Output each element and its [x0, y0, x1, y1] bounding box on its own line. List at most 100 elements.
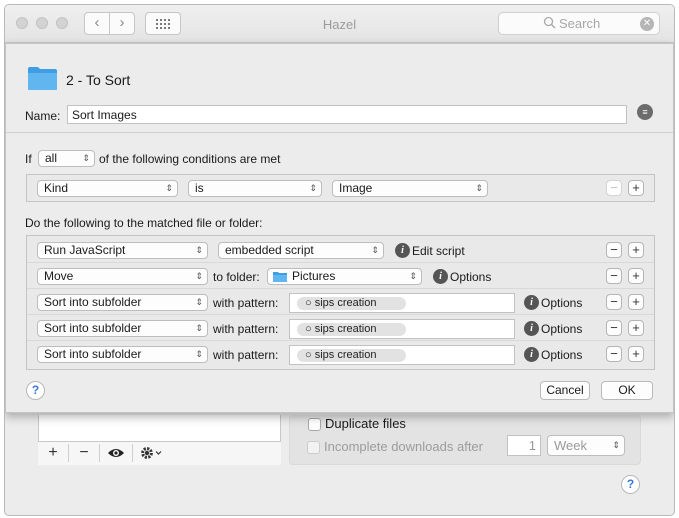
- with-pattern-label: with pattern:: [213, 322, 279, 336]
- folder-name: 2 - To Sort: [66, 72, 131, 88]
- ok-button[interactable]: OK: [601, 381, 653, 400]
- search-icon: [543, 16, 556, 29]
- pattern-token-label: sips creation: [314, 323, 377, 335]
- incomplete-downloads-unit: Week: [554, 438, 587, 453]
- select-arrows-icon: ⇕: [82, 153, 90, 163]
- help-button[interactable]: ?: [621, 475, 640, 494]
- add-action-button[interactable]: +: [628, 346, 644, 362]
- add-action-button[interactable]: +: [628, 320, 644, 336]
- add-action-button[interactable]: +: [628, 294, 644, 310]
- notes-icon[interactable]: ≡: [637, 104, 653, 120]
- eye-icon: [108, 449, 124, 457]
- title-bar: ‹ › Hazel Search ✕: [5, 5, 674, 43]
- pattern-token[interactable]: ○ sips creation: [297, 349, 406, 362]
- duplicate-files-checkbox[interactable]: [308, 418, 321, 431]
- remove-action-button[interactable]: −: [606, 346, 622, 362]
- select-arrows-icon: ⇕: [371, 245, 379, 255]
- options-link[interactable]: Options: [541, 348, 582, 362]
- row-separator: [27, 262, 654, 263]
- select-arrows-icon: ⇕: [195, 323, 203, 333]
- action-type-select[interactable]: Move ⇕: [37, 268, 208, 285]
- action-type-value: Sort into subfolder: [44, 295, 142, 309]
- info-icon[interactable]: i: [433, 269, 448, 284]
- gear-icon: [141, 447, 162, 459]
- info-icon[interactable]: i: [524, 295, 539, 310]
- folder-list-toolbar: + −: [38, 441, 281, 465]
- with-pattern-label: with pattern:: [213, 296, 279, 310]
- options-link[interactable]: Options: [541, 322, 582, 336]
- script-source-value: embedded script: [225, 243, 314, 257]
- remove-action-button[interactable]: −: [606, 242, 622, 258]
- pattern-token[interactable]: ○ sips creation: [297, 297, 406, 310]
- folder-icon: [28, 67, 57, 90]
- add-action-button[interactable]: +: [628, 242, 644, 258]
- action-type-select[interactable]: Sort into subfolder ⇕: [37, 294, 208, 311]
- condition-value-select[interactable]: Image ⇕: [332, 180, 488, 197]
- row-separator: [27, 288, 654, 289]
- clear-icon[interactable]: ✕: [640, 17, 654, 31]
- incomplete-downloads-checkbox[interactable]: [307, 441, 320, 454]
- condition-operator-select[interactable]: is ⇕: [188, 180, 322, 197]
- preview-button[interactable]: [100, 443, 132, 463]
- remove-folder-button[interactable]: −: [69, 443, 99, 463]
- search-placeholder: Search: [559, 16, 601, 31]
- incomplete-downloads-value[interactable]: 1: [507, 435, 541, 456]
- rule-editor-sheet: 2 - To Sort Name: Sort Images ≡ If all ⇕…: [5, 43, 674, 413]
- with-pattern-label: with pattern:: [213, 348, 279, 362]
- select-arrows-icon: ⇕: [612, 440, 620, 450]
- conditions-panel: Kind ⇕ is ⇕ Image ⇕ − +: [26, 174, 655, 202]
- hazel-window: ‹ › Hazel Search ✕ + − Duplicate files I…: [4, 4, 675, 516]
- select-arrows-icon: ⇕: [195, 271, 203, 281]
- row-separator: [27, 340, 654, 341]
- script-source-select[interactable]: embedded script ⇕: [218, 242, 384, 259]
- action-type-select[interactable]: Run JavaScript ⇕: [37, 242, 208, 259]
- condition-value-value: Image: [339, 181, 373, 195]
- action-type-select[interactable]: Sort into subfolder ⇕: [37, 346, 208, 363]
- action-type-value: Sort into subfolder: [44, 347, 142, 361]
- duplicate-files-label: Duplicate files: [325, 416, 406, 431]
- select-arrows-icon: ⇕: [195, 349, 203, 359]
- add-condition-button[interactable]: +: [628, 180, 644, 196]
- select-arrows-icon: ⇕: [475, 183, 483, 193]
- remove-condition-button[interactable]: −: [606, 180, 622, 196]
- match-mode-select[interactable]: all ⇕: [38, 150, 95, 167]
- to-folder-label: to folder:: [213, 270, 260, 284]
- pattern-field[interactable]: ○ sips creation: [289, 293, 515, 313]
- actions-panel: Run JavaScript ⇕ embedded script ⇕ i Edi…: [26, 235, 655, 370]
- action-type-select[interactable]: Sort into subfolder ⇕: [37, 320, 208, 337]
- search-input[interactable]: Search ✕: [498, 12, 660, 35]
- name-label: Name:: [25, 109, 61, 123]
- rule-name-field[interactable]: Sort Images: [67, 105, 627, 124]
- actions-header: Do the following to the matched file or …: [25, 216, 263, 230]
- row-separator: [27, 314, 654, 315]
- info-icon[interactable]: i: [395, 243, 410, 258]
- cancel-button[interactable]: Cancel: [540, 381, 590, 400]
- add-folder-button[interactable]: +: [38, 443, 68, 463]
- edit-script-link[interactable]: Edit script: [412, 244, 465, 258]
- incomplete-downloads-unit-select[interactable]: Week ⇕: [547, 435, 625, 456]
- add-action-button[interactable]: +: [628, 268, 644, 284]
- remove-action-button[interactable]: −: [606, 320, 622, 336]
- info-icon[interactable]: i: [524, 321, 539, 336]
- info-icon[interactable]: i: [524, 347, 539, 362]
- if-label: If: [25, 152, 32, 166]
- pattern-token[interactable]: ○ sips creation: [297, 323, 406, 336]
- select-arrows-icon: ⇕: [165, 183, 173, 193]
- select-arrows-icon: ⇕: [309, 183, 317, 193]
- remove-action-button[interactable]: −: [606, 294, 622, 310]
- pattern-field[interactable]: ○ sips creation: [289, 319, 515, 339]
- select-arrows-icon: ⇕: [409, 271, 417, 281]
- incomplete-downloads-label: Incomplete downloads after: [324, 439, 483, 454]
- help-button[interactable]: ?: [26, 381, 45, 400]
- options-link[interactable]: Options: [541, 296, 582, 310]
- condition-attribute-value: Kind: [44, 181, 69, 195]
- gear-menu-button[interactable]: [133, 443, 171, 463]
- options-link[interactable]: Options: [450, 270, 491, 284]
- remove-action-button[interactable]: −: [606, 268, 622, 284]
- condition-attribute-select[interactable]: Kind ⇕: [37, 180, 178, 197]
- action-type-value: Run JavaScript: [44, 243, 126, 257]
- conditions-suffix-label: of the following conditions are met: [99, 152, 281, 166]
- destination-folder-value: Pictures: [292, 269, 336, 283]
- destination-folder-select[interactable]: Pictures ⇕: [267, 268, 422, 285]
- pattern-field[interactable]: ○ sips creation: [289, 345, 515, 365]
